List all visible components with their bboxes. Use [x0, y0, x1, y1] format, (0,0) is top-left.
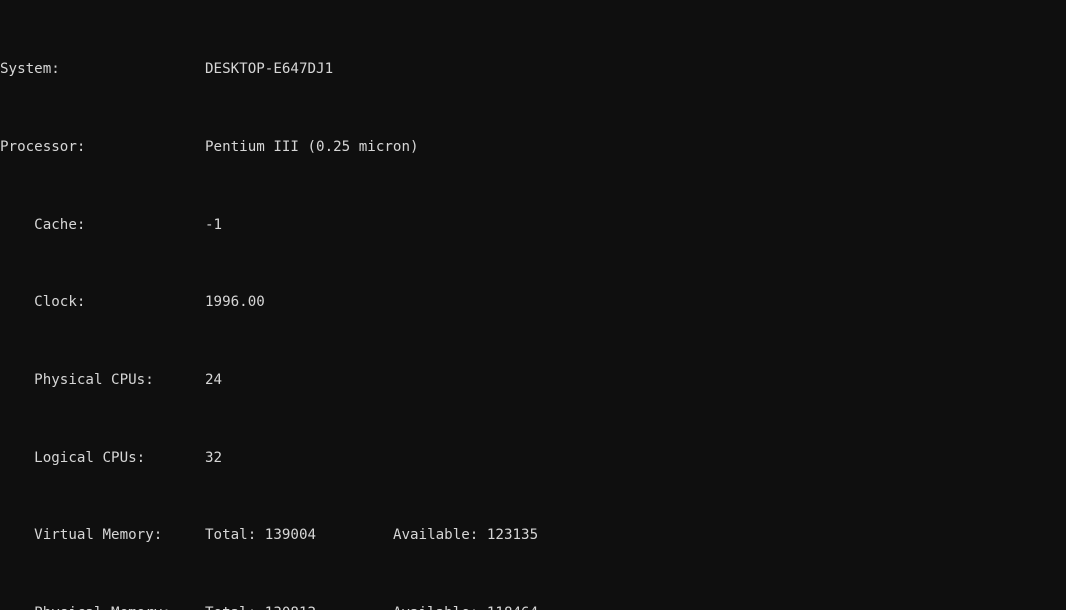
line-virtual-memory: Virtual Memory: Total: 139004 Available:… — [0, 526, 1066, 545]
value-virtual-memory-total: Total: 139004 — [205, 527, 317, 544]
line-clock: Clock: 1996.00 — [0, 293, 1066, 312]
pad — [316, 527, 393, 543]
pad — [162, 527, 205, 543]
label-physical-memory: Physical Memory: — [34, 605, 171, 610]
label-physical-cpus: Physical CPUs: — [34, 371, 154, 388]
label-processor: Processor: — [0, 138, 86, 155]
terminal-output: System: DESKTOP-E647DJ1 Processor: Penti… — [0, 0, 1066, 610]
line-cache: Cache: -1 — [0, 216, 1066, 235]
pad — [85, 217, 205, 233]
value-physical-memory-available: Available: 118464 — [393, 605, 538, 610]
value-cache: -1 — [205, 216, 223, 233]
pad — [85, 294, 205, 310]
value-physical-cpus: 24 — [205, 371, 223, 388]
value-physical-memory-total: Total: 130812 — [205, 605, 316, 610]
value-logical-cpus: 32 — [205, 449, 223, 466]
line-system: System: DESKTOP-E647DJ1 — [0, 60, 1066, 79]
pad — [316, 605, 393, 610]
line-logical-cpus: Logical CPUs: 32 — [0, 449, 1066, 468]
pad — [60, 61, 205, 77]
value-processor: Pentium III (0.25 micron) — [205, 138, 419, 155]
pad — [154, 372, 205, 388]
line-processor: Processor: Pentium III (0.25 micron) — [0, 138, 1066, 157]
label-system: System: — [0, 61, 60, 78]
line-physical-memory: Physical Memory: Total: 130812 Available… — [0, 604, 1066, 610]
line-physical-cpus: Physical CPUs: 24 — [0, 371, 1066, 390]
pad — [171, 605, 205, 610]
value-clock: 1996.00 — [205, 294, 265, 311]
label-logical-cpus: Logical CPUs: — [34, 449, 146, 466]
label-clock: Clock: — [34, 294, 86, 311]
pad — [145, 450, 205, 466]
label-virtual-memory: Virtual Memory: — [34, 527, 163, 544]
label-cache: Cache: — [34, 216, 86, 233]
value-virtual-memory-available: Available: 123135 — [392, 527, 539, 544]
value-system: DESKTOP-E647DJ1 — [205, 61, 334, 78]
pad — [85, 139, 205, 155]
